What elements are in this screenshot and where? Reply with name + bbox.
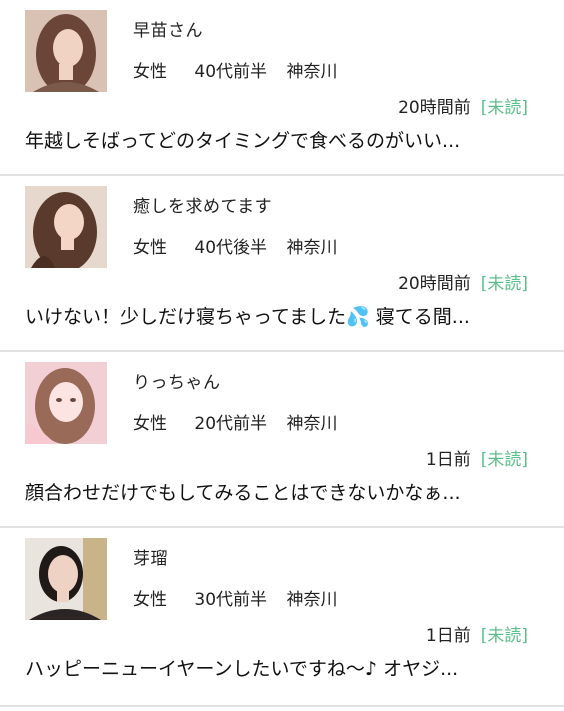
sender-profile: 女性 40代後半 神奈川: [133, 233, 337, 258]
unread-badge: [未読]: [480, 450, 528, 470]
message-list: 早苗さん 女性 40代前半 神奈川 20時間前 [未読] 年越しそばってどのタイミ…: [0, 0, 564, 707]
avatar[interactable]: [25, 10, 107, 92]
timestamp: 20時間前: [398, 274, 471, 294]
sender-name: 早苗さん: [133, 21, 203, 41]
sender-name: 癒しを求めてます: [133, 197, 273, 217]
message-preview: 年越しそばってどのタイミングで食べるのがいい...: [25, 130, 461, 152]
unread-badge: [未読]: [480, 274, 528, 294]
location: 神奈川: [286, 238, 338, 258]
message-preview: いけない！少しだけ寝ちゃってました💦 寝てる間...: [25, 306, 470, 328]
sender-name: 芽瑠: [133, 549, 168, 569]
message-item[interactable]: 癒しを求めてます 女性 40代後半 神奈川 20時間前 [未読] いけない！少しだ…: [0, 176, 564, 352]
age-range: 20代前半: [194, 414, 268, 434]
age-range: 40代後半: [194, 238, 268, 258]
timestamp-row: 20時間前 [未読]: [398, 93, 528, 118]
woman-portrait-icon: [25, 10, 107, 92]
age-range: 30代前半: [194, 590, 268, 610]
location: 神奈川: [286, 414, 338, 434]
timestamp: 1日前: [425, 450, 471, 470]
timestamp-row: 20時間前 [未読]: [398, 269, 528, 294]
woman-portrait-icon: [25, 362, 107, 444]
message-item[interactable]: 芽瑠 女性 30代前半 神奈川 1日前 [未読] ハッピーニューイヤーンしたいです…: [0, 528, 564, 707]
message-item[interactable]: 早苗さん 女性 40代前半 神奈川 20時間前 [未読] 年越しそばってどのタイミ…: [0, 0, 564, 176]
avatar[interactable]: [25, 362, 107, 444]
woman-portrait-icon: [25, 186, 107, 268]
gender: 女性: [133, 590, 167, 610]
timestamp: 20時間前: [398, 98, 471, 118]
timestamp-row: 1日前 [未読]: [426, 621, 528, 646]
location: 神奈川: [286, 590, 338, 610]
unread-badge: [未読]: [480, 626, 528, 646]
gender: 女性: [133, 238, 167, 258]
message-item[interactable]: りっちゃん 女性 20代前半 神奈川 1日前 [未読] 顔合わせだけでもしてみるこ…: [0, 352, 564, 528]
avatar[interactable]: [25, 186, 107, 268]
age-range: 40代前半: [194, 62, 268, 82]
gender: 女性: [133, 62, 167, 82]
message-preview: ハッピーニューイヤーンしたいですね～♪ オヤジ...: [25, 658, 459, 680]
sender-profile: 女性 30代前半 神奈川: [133, 585, 337, 610]
sender-profile: 女性 20代前半 神奈川: [133, 409, 337, 434]
unread-badge: [未読]: [480, 98, 528, 118]
timestamp-row: 1日前 [未読]: [426, 445, 528, 470]
gender: 女性: [133, 414, 167, 434]
woman-portrait-icon: [25, 538, 107, 620]
message-preview: 顔合わせだけでもしてみることはできないかなぁ...: [25, 482, 461, 504]
sender-name: りっちゃん: [133, 373, 221, 393]
location: 神奈川: [286, 62, 338, 82]
timestamp: 1日前: [425, 626, 471, 646]
avatar[interactable]: [25, 538, 107, 620]
sender-profile: 女性 40代前半 神奈川: [133, 57, 337, 82]
